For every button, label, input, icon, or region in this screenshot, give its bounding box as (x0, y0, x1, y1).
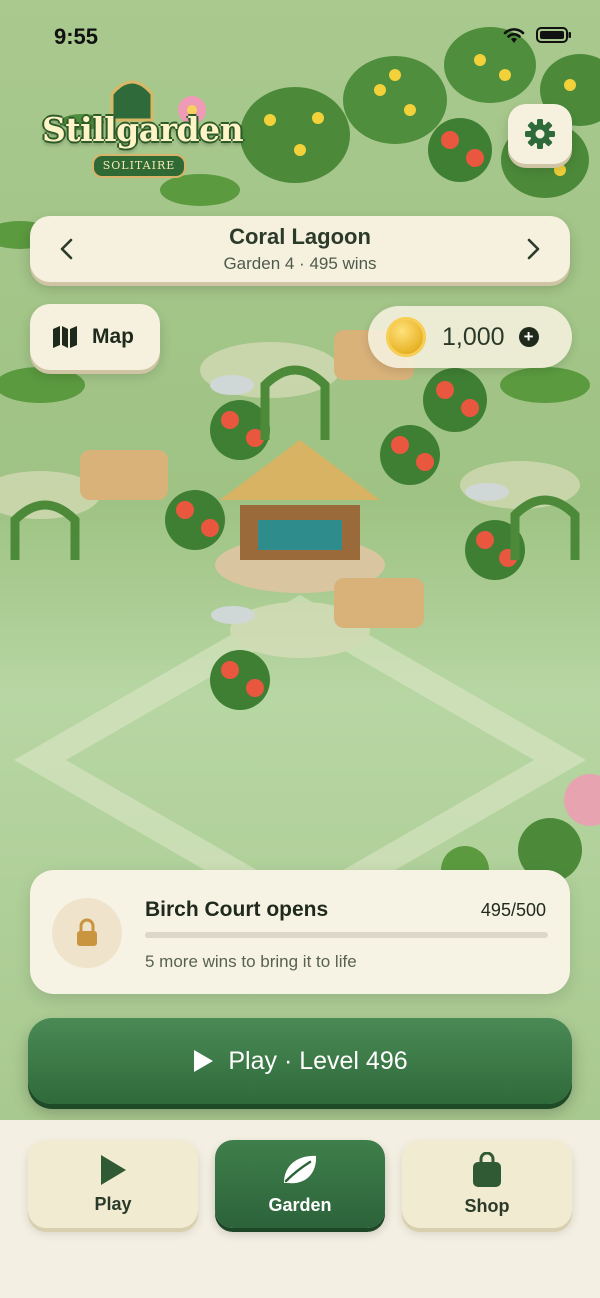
unlock-hint: 5 more wins to bring it to life (145, 952, 357, 971)
tab-garden[interactable]: Garden (215, 1140, 385, 1228)
lock-badge (52, 898, 122, 968)
map-icon (53, 326, 77, 348)
battery-icon (536, 27, 571, 43)
unlock-count: 495/500 (480, 900, 546, 920)
add-coins-icon[interactable]: + (518, 327, 539, 347)
play-icon (101, 1154, 126, 1185)
play-level-button[interactable]: Play · Level 496 (28, 1018, 572, 1104)
tab-play[interactable]: Play (28, 1140, 198, 1228)
tab-shop[interactable]: Shop (402, 1140, 572, 1228)
garden-details: Garden 4 · 495 wins (223, 254, 377, 273)
chevron-right-icon (527, 238, 540, 260)
logo-subtitle: SOLITAIRE (92, 154, 186, 178)
garden-scene[interactable]: 9:55 Stillgarden SOLITAIRE Coral Lagoon … (0, 0, 600, 1120)
status-icons (502, 26, 572, 44)
map-label: Map (92, 325, 134, 348)
map-button[interactable]: Map (30, 304, 160, 370)
tab-play-label: Play (94, 1193, 132, 1214)
gear-icon (525, 119, 555, 149)
play-level-label: Play · Level 496 (228, 1046, 408, 1075)
tab-shop-label: Shop (464, 1195, 510, 1216)
bag-icon (473, 1151, 501, 1187)
logo-title: Stillgarden (42, 110, 244, 149)
unlock-progress-bar (145, 932, 548, 938)
wifi-icon (503, 28, 525, 43)
status-time: 9:55 (54, 24, 99, 49)
leaf-icon (284, 1155, 317, 1183)
play-icon (194, 1050, 214, 1072)
bottom-tab-bar: Play Garden Shop (0, 1120, 600, 1298)
unlock-progress-card: Birch Court opens 495/500 5 more wins to… (30, 870, 570, 994)
coin-balance[interactable]: 1,000 + (368, 306, 572, 368)
lock-icon (77, 918, 97, 946)
garden-name: Coral Lagoon (229, 224, 371, 249)
next-garden-button[interactable] (518, 234, 548, 264)
gazebo (215, 440, 385, 593)
unlock-title: Birch Court opens (145, 898, 329, 921)
settings-button[interactable] (508, 104, 572, 164)
garden-selector: Coral Lagoon Garden 4 · 495 wins (30, 216, 570, 282)
app-logo: Stillgarden SOLITAIRE (42, 72, 244, 190)
unlock-progress-fill (145, 932, 544, 938)
coin-amount: 1,000 (442, 322, 505, 351)
coin-icon (386, 317, 426, 357)
tab-garden-label: Garden (268, 1194, 332, 1215)
